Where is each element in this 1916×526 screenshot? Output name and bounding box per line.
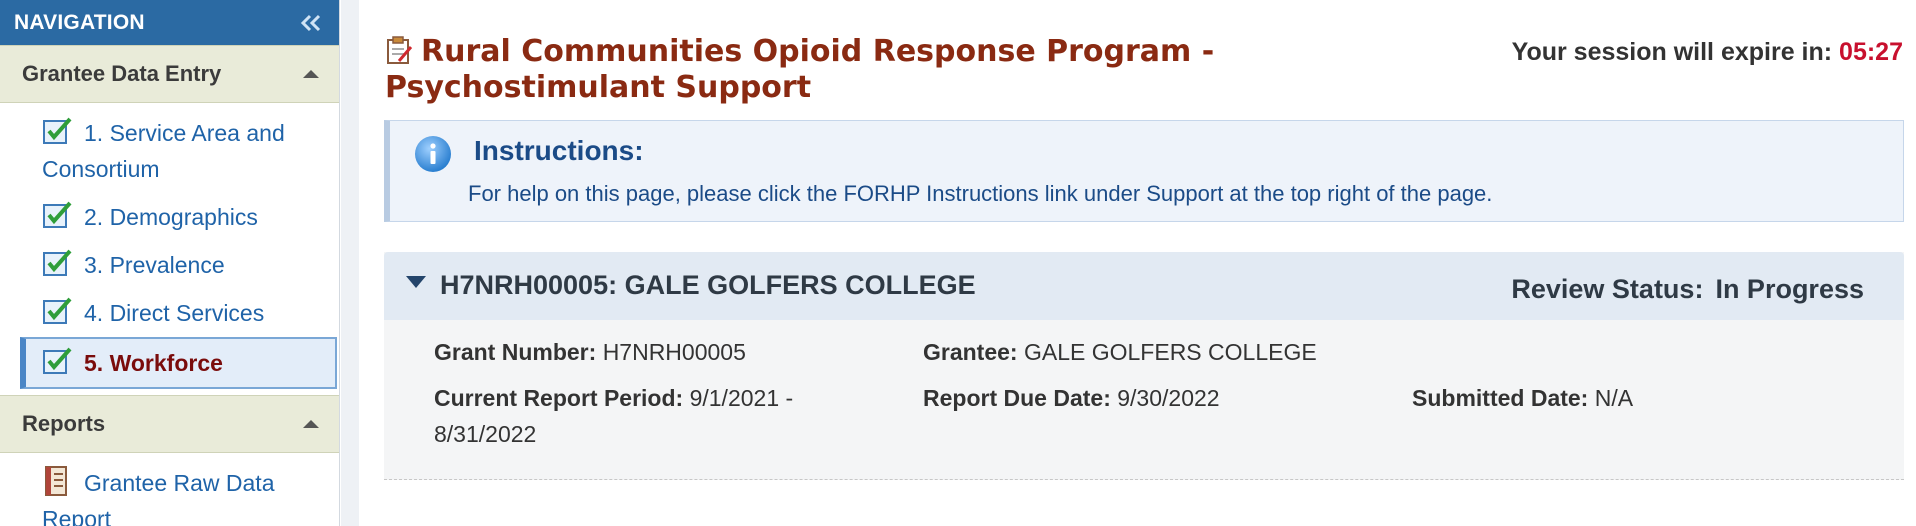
checkbox-checked-icon <box>43 249 72 276</box>
nav-item-direct-services[interactable]: 4. Direct Services <box>0 289 339 337</box>
checkbox-checked-icon <box>43 117 72 144</box>
nav-item-prevalence[interactable]: 3. Prevalence <box>0 241 339 289</box>
reports-list: Grantee Raw Data Report <box>0 453 339 526</box>
checkbox-checked-icon <box>43 347 72 374</box>
session-time: 05:27 <box>1839 38 1903 66</box>
instructions-text: For help on this page, please click the … <box>468 181 1493 206</box>
instructions-panel: Instructions: For help on this page, ple… <box>384 120 1904 222</box>
content-gutter <box>341 0 359 526</box>
field-value: 9/30/2022 <box>1117 385 1220 411</box>
report-period-field: Current Report Period: 9/1/2021 - 8/31/2… <box>434 380 834 452</box>
section-label: Grantee Data Entry <box>22 61 222 86</box>
instructions-title: Instructions: <box>474 135 644 166</box>
submitted-date-field: Submitted Date: N/A <box>1412 380 1633 416</box>
main-content: Rural Communities Opioid Response Progra… <box>359 0 1916 526</box>
field-label: Submitted Date: <box>1412 385 1589 411</box>
grantee-field: Grantee: GALE GOLFERS COLLEGE <box>923 334 1317 370</box>
navigation-sidebar: NAVIGATION Grantee Data Entry 1. Service… <box>0 0 340 526</box>
nav-item-workforce[interactable]: 5. Workforce <box>20 337 337 389</box>
review-status-label: Review Status: <box>1511 274 1704 304</box>
page-title-row: Rural Communities Opioid Response Progra… <box>385 34 1903 106</box>
checkbox-checked-icon <box>43 297 72 324</box>
double-chevron-left-icon <box>300 14 321 31</box>
field-value: H7NRH00005 <box>602 339 746 365</box>
info-icon <box>415 136 451 172</box>
field-label: Report Due Date: <box>923 385 1111 411</box>
checkbox-checked-icon <box>43 201 72 228</box>
field-value: GALE GOLFERS COLLEGE <box>1023 339 1317 365</box>
field-label: Grant Number: <box>434 339 597 365</box>
page-title: Rural Communities Opioid Response Progra… <box>385 34 1495 106</box>
navigation-header: NAVIGATION <box>0 0 339 45</box>
nav-item-label: Grantee Raw Data Report <box>42 470 275 526</box>
review-status-value: In Progress <box>1715 274 1864 304</box>
grant-header-title: H7NRH00005: GALE GOLFERS COLLEGE <box>440 270 976 300</box>
report-due-date-field: Report Due Date: 9/30/2022 <box>923 380 1220 416</box>
nav-item-grantee-raw-data-report[interactable]: Grantee Raw Data Report <box>0 459 339 526</box>
session-timer: Your session will expire in: 05:27 <box>1512 38 1903 67</box>
caret-up-icon <box>303 70 319 78</box>
review-status: Review Status: In Progress <box>1511 274 1864 305</box>
section-grantee-data-entry[interactable]: Grantee Data Entry <box>0 45 339 103</box>
nav-item-label: 4. Direct Services <box>84 300 265 326</box>
field-label: Grantee: <box>923 339 1018 365</box>
nav-item-label: 1. Service Area and Consortium <box>42 120 285 182</box>
navigation-title: NAVIGATION <box>14 10 145 34</box>
field-value: N/A <box>1594 385 1634 411</box>
nav-item-demographics[interactable]: 2. Demographics <box>0 193 339 241</box>
nav-item-service-area[interactable]: 1. Service Area and Consortium <box>0 109 339 193</box>
caret-up-icon <box>303 420 319 428</box>
section-label: Reports <box>22 411 106 436</box>
report-book-icon <box>45 466 67 496</box>
grant-panel: H7NRH00005: GALE GOLFERS COLLEGE Review … <box>384 252 1904 480</box>
clipboard-icon <box>387 36 413 64</box>
nav-item-label: 2. Demographics <box>84 204 258 230</box>
expand-triangle-icon <box>406 276 426 288</box>
section-reports[interactable]: Reports <box>0 395 339 453</box>
field-label: Current Report Period: <box>434 385 684 411</box>
grant-number-field: Grant Number: H7NRH00005 <box>434 334 746 370</box>
grantee-data-entry-list: 1. Service Area and Consortium 2. Demogr… <box>0 103 339 395</box>
page-title-text: Rural Communities Opioid Response Progra… <box>385 34 1215 105</box>
collapse-sidebar-button[interactable] <box>295 7 327 39</box>
session-label: Your session will expire in: <box>1511 38 1833 66</box>
grant-panel-header[interactable]: H7NRH00005: GALE GOLFERS COLLEGE Review … <box>384 252 1904 320</box>
